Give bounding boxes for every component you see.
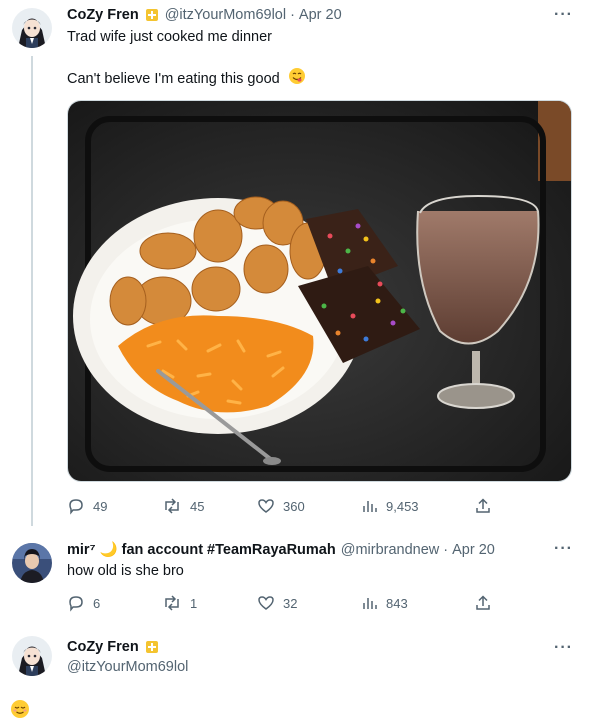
tweet-photo[interactable] [67, 100, 572, 482]
reply-count: 6 [93, 595, 101, 611]
reply-actions: 6 1 32 843 [67, 594, 497, 614]
avatar[interactable] [12, 636, 52, 676]
avatar[interactable] [12, 543, 52, 583]
more-options-button[interactable]: ··· [554, 639, 573, 657]
share-button[interactable] [474, 497, 500, 515]
retweet-count: 1 [190, 595, 198, 611]
verified-badge-icon [145, 640, 159, 654]
views-chart-icon [363, 501, 377, 512]
views-chart-icon [363, 598, 377, 609]
like-count: 32 [283, 595, 298, 611]
reply-text: how old is she bro [67, 563, 184, 579]
retweet-button[interactable]: 45 [162, 497, 204, 515]
focused-tweet-handle-row: @itzYourMom69lol [67, 659, 188, 675]
reply-header: mir⁷ 🌙 fan account #TeamRayaRumah @mirbr… [67, 541, 495, 559]
like-button[interactable]: 360 [257, 497, 305, 515]
share-icon [476, 498, 490, 513]
tweet-text-line2: Can't believe I'm eating this good [67, 67, 306, 91]
like-count: 360 [283, 498, 305, 514]
username[interactable]: @itzYourMom69lol [165, 7, 286, 23]
thread-connector [31, 56, 33, 526]
tweet-header: CoZy Fren @itzYourMom69lol · Apr 20 [67, 7, 342, 23]
retweet-icon [165, 595, 179, 611]
share-button[interactable] [474, 594, 500, 612]
tweet-actions: 49 45 360 9,453 [67, 497, 497, 517]
heart-icon [258, 499, 274, 513]
retweet-button[interactable]: 1 [162, 594, 197, 612]
username[interactable]: @mirbrandnew [341, 542, 440, 558]
separator-dot: · [443, 541, 449, 558]
relieved-face-icon [10, 699, 30, 724]
face-savoring-food-icon [288, 67, 306, 91]
reply-icon [69, 499, 83, 515]
focused-tweet-header: CoZy Fren [67, 639, 165, 655]
username[interactable]: @itzYourMom69lol [67, 659, 188, 675]
display-name[interactable]: mir⁷ 🌙 fan account #TeamRayaRumah [67, 541, 336, 558]
tweet-text-line2-content: Can't believe I'm eating this good [67, 70, 280, 87]
avatar[interactable] [12, 8, 52, 48]
like-button[interactable]: 32 [257, 594, 297, 612]
reply-button[interactable]: 49 [67, 497, 107, 515]
separator-dot: · [290, 7, 295, 23]
display-name[interactable]: CoZy Fren [67, 639, 139, 655]
heart-icon [258, 596, 274, 610]
timestamp[interactable]: Apr 20 [299, 7, 342, 23]
retweet-icon [165, 498, 179, 514]
retweet-count: 45 [190, 498, 205, 514]
share-icon [476, 595, 490, 610]
more-options-button[interactable]: ··· [554, 6, 573, 24]
timestamp[interactable]: Apr 20 [452, 542, 495, 558]
more-options-button[interactable]: ··· [554, 540, 573, 558]
view-count: 9,453 [386, 498, 419, 514]
view-count: 843 [386, 595, 408, 611]
reply-icon [69, 596, 83, 612]
verified-badge-icon [145, 8, 159, 22]
reply-button[interactable]: 6 [67, 594, 100, 612]
views-button[interactable]: 843 [360, 594, 408, 612]
display-name[interactable]: CoZy Fren [67, 7, 139, 23]
reply-count: 49 [93, 498, 108, 514]
views-button[interactable]: 9,453 [360, 497, 419, 515]
tweet-text-line1: Trad wife just cooked me dinner [67, 29, 272, 45]
